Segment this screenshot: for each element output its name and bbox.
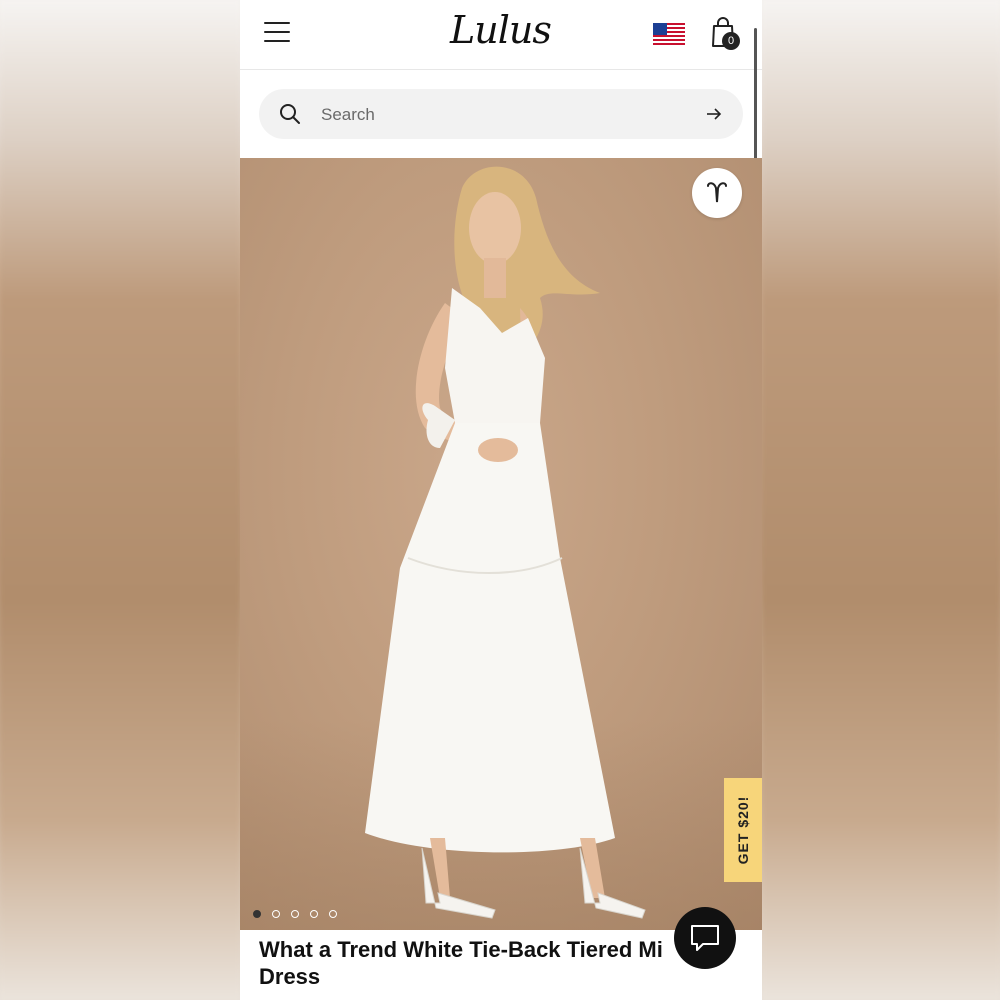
product-image-carousel[interactable]: GET $20! (240, 158, 762, 930)
background-blur-left (0, 0, 240, 1000)
carousel-pagination (253, 905, 348, 918)
search-input[interactable] (319, 89, 703, 141)
chat-button[interactable] (674, 907, 736, 969)
product-title: What a Trend White Tie-Back Tiered Mi Dr… (259, 936, 689, 990)
heart-v-icon (707, 182, 727, 203)
search-bar (259, 89, 743, 141)
product-title-line-2: Dress (259, 964, 321, 989)
mobile-viewport: Lulus 0 Search GET $20! What a Trend Whi… (240, 0, 762, 1000)
search-icon[interactable] (279, 103, 301, 125)
background-blur-right (762, 0, 1000, 1000)
product-photo-model-in-white-dress (365, 166, 646, 919)
carousel-dot[interactable] (272, 910, 280, 918)
favorite-button[interactable] (692, 168, 742, 218)
us-flag-icon[interactable] (653, 23, 685, 47)
carousel-dot[interactable] (329, 910, 337, 918)
lulus-logo[interactable]: Lulus (450, 8, 552, 52)
carousel-dot[interactable] (291, 910, 299, 918)
chat-bubble-icon (691, 925, 719, 951)
carousel-dot[interactable] (310, 910, 318, 918)
promo-label: GET $20! (735, 795, 751, 865)
hamburger-menu-icon[interactable] (264, 22, 290, 44)
cart-count-badge: 0 (722, 32, 740, 50)
carousel-dot[interactable] (253, 910, 261, 918)
arrow-right-icon[interactable] (705, 105, 723, 123)
site-header: Lulus 0 (240, 0, 762, 70)
get-20-promo-tab[interactable]: GET $20! (724, 778, 762, 882)
product-title-line-1: What a Trend White Tie-Back Tiered Mi (259, 937, 663, 962)
